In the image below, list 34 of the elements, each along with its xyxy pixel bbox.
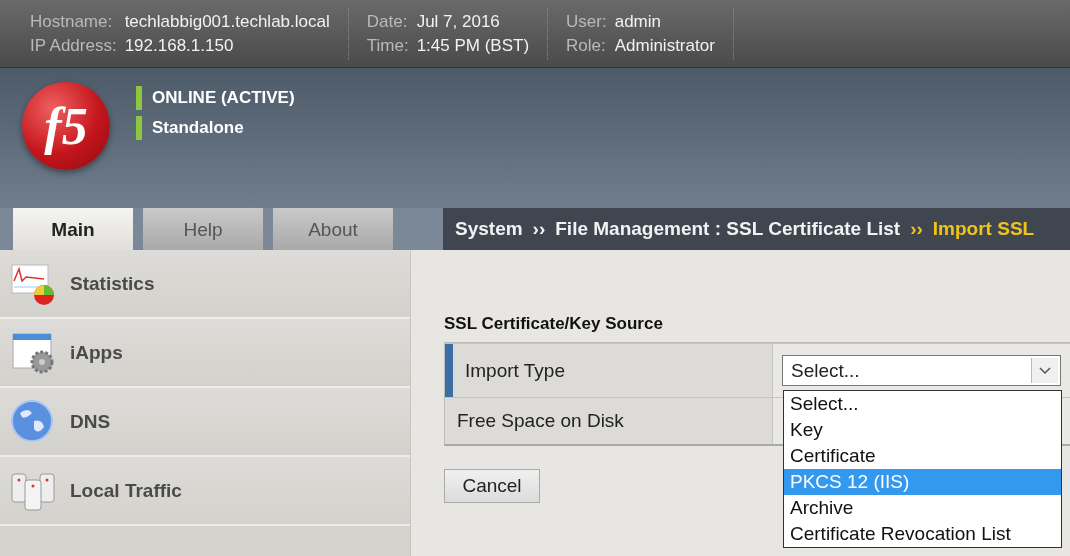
field-label: IP Address: [30,35,117,56]
breadcrumb-link[interactable]: File Management : SSL Certificate List [555,218,901,240]
breadcrumb-current: Import SSL [932,218,1035,240]
cancel-button[interactable]: Cancel [444,469,540,503]
field-label: Date: [366,11,409,32]
field-value: 1:45 PM (BST) [416,35,530,56]
field-value: Jul 7, 2016 [416,11,501,32]
row-label: Free Space on Disk [445,398,773,444]
field-label: User: [566,11,607,32]
breadcrumb-separator: ›› [532,218,546,240]
sidebar-item[interactable]: iApps [0,319,410,388]
status-label: ONLINE (ACTIVE) [136,86,295,110]
breadcrumb-separator: ›› [910,218,923,240]
field-value: Administrator [614,35,715,56]
chevron-icon [1031,358,1058,383]
breadcrumb-link[interactable]: System [455,218,523,240]
field-label: Hostname: [30,11,114,32]
tab[interactable]: Main [13,208,133,250]
field-label: Time: [366,35,409,56]
field-label: Role: [566,35,607,56]
globe-icon [10,398,56,445]
sidebar-item[interactable]: Statistics [0,250,410,319]
sidebar-item[interactable]: DNS [0,388,410,457]
tab[interactable]: Help [143,208,263,250]
tab[interactable]: About [273,208,393,250]
logo[interactable]: f5 [22,82,110,170]
field-value: techlabbig001.techlab.local [124,11,330,32]
field-value: admin [614,11,662,32]
import-type-select[interactable]: Select... [782,355,1061,386]
sidebar-item[interactable]: Local Traffic [0,457,410,526]
section-title: SSL Certificate/Key Source [444,314,664,334]
status-label: Standalone [136,116,295,140]
field-value: 192.168.1.150 [124,35,235,56]
row-label: Import Type [445,344,773,397]
